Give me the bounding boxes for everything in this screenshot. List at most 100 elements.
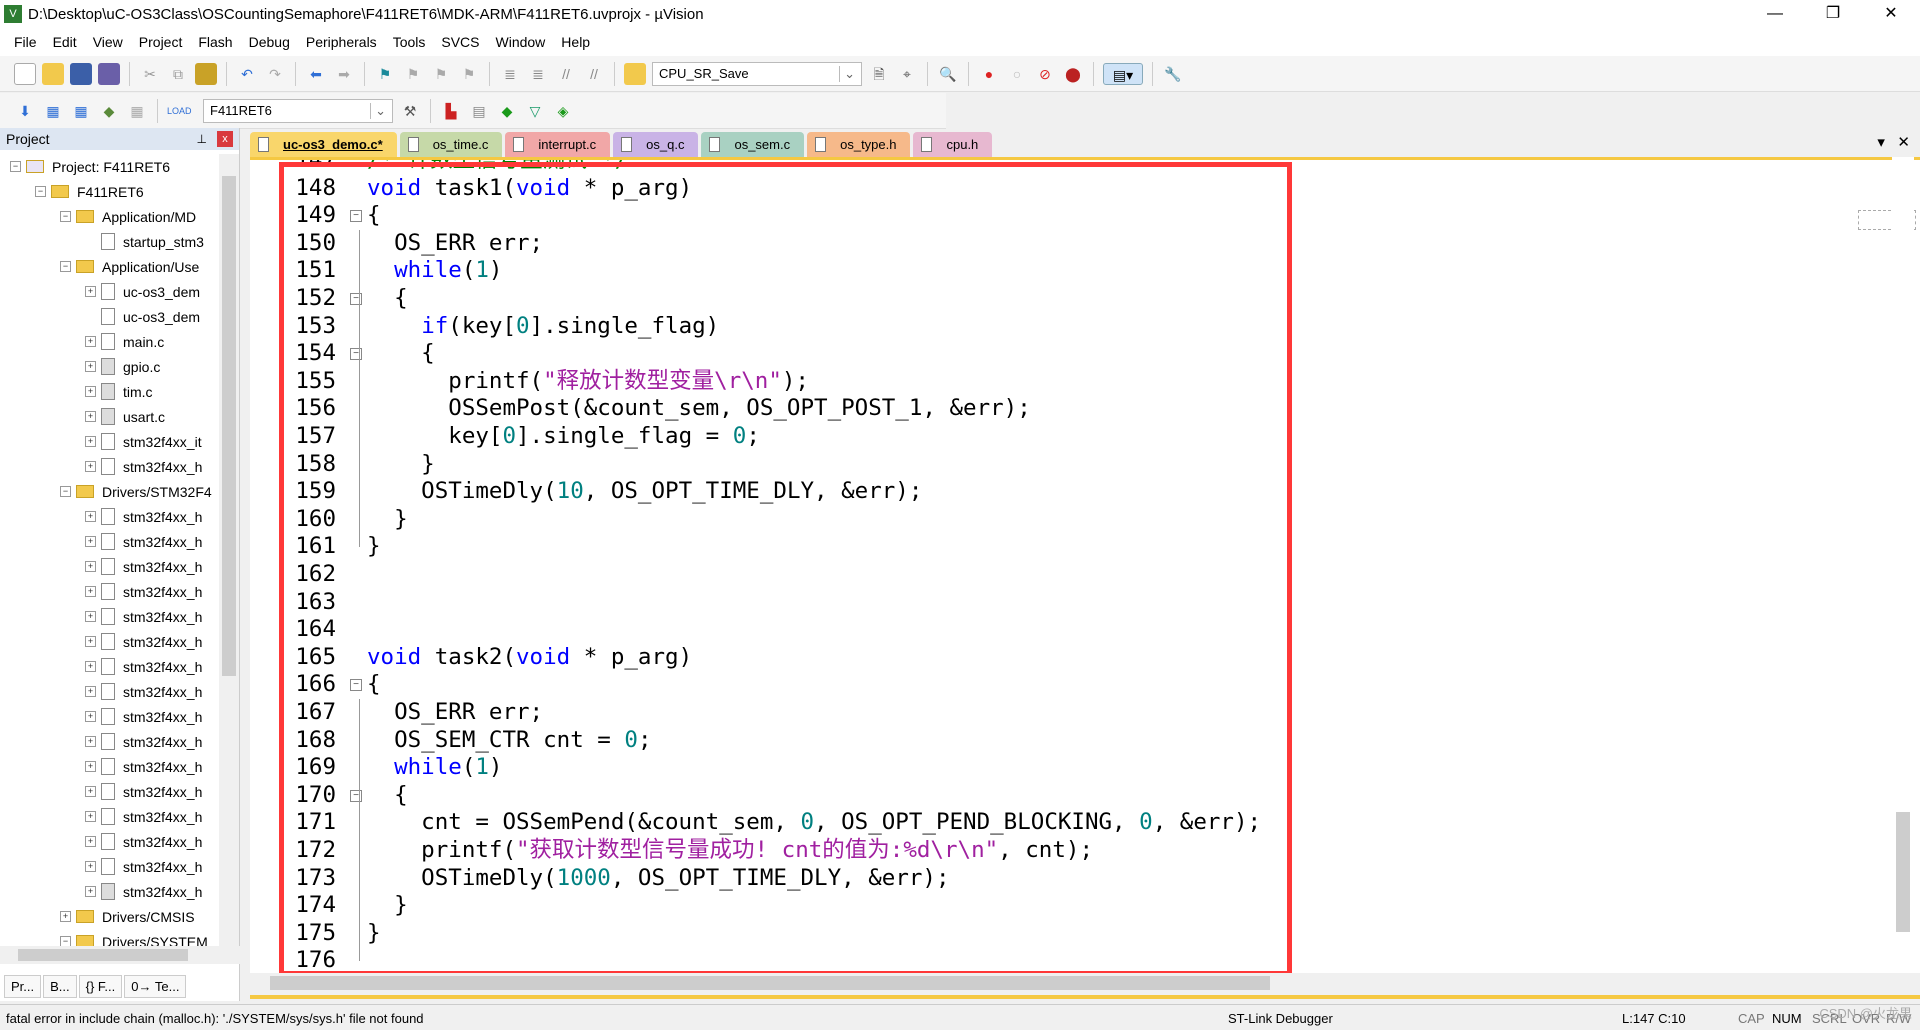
tree-node[interactable]: − Project: F411RET6 (0, 154, 218, 179)
minimize-button[interactable]: — (1746, 0, 1804, 28)
undo-icon[interactable]: ↶ (236, 63, 258, 85)
cut-icon[interactable]: ✂ (139, 63, 161, 85)
expand-toggle-icon[interactable]: + (85, 361, 96, 372)
editor-tab[interactable]: interrupt.c (505, 132, 611, 157)
tree-node[interactable]: + stm32f4xx_it (0, 429, 218, 454)
fold-toggle-icon[interactable]: − (350, 210, 362, 223)
editor-vertical-scrollbar[interactable] (1892, 157, 1914, 973)
menu-peripherals[interactable]: Peripherals (298, 34, 385, 50)
save-icon[interactable] (70, 62, 92, 85)
expand-toggle-icon[interactable]: + (85, 711, 96, 722)
tree-node[interactable]: startup_stm3 (0, 229, 218, 254)
expand-toggle-icon[interactable]: − (60, 261, 71, 272)
project-bottom-tab[interactable]: Pr... (4, 974, 42, 998)
new-file-icon[interactable] (14, 62, 36, 85)
manage-run-time-environment-icon[interactable]: ◆ (496, 100, 518, 122)
menu-window[interactable]: Window (488, 34, 554, 50)
expand-toggle-icon[interactable]: + (85, 586, 96, 597)
window-layout-icon[interactable]: ▤▾ (1103, 62, 1143, 85)
breakpoint-icon[interactable]: ● (978, 63, 1000, 85)
expand-toggle-icon[interactable]: + (85, 511, 96, 522)
expand-toggle-icon[interactable]: + (85, 336, 96, 347)
expand-toggle-icon[interactable]: + (85, 836, 96, 847)
tree-node[interactable]: + tim.c (0, 379, 218, 404)
tree-node[interactable]: − Drivers/STM32F4 (0, 479, 218, 504)
expand-toggle-icon[interactable]: + (85, 861, 96, 872)
tab-list-chevron-icon[interactable]: ▾ (1877, 134, 1885, 151)
find-combo[interactable]: CPU_SR_Save ⌄ (652, 61, 862, 86)
expand-toggle-icon[interactable]: − (60, 211, 71, 222)
expand-toggle-icon[interactable]: + (85, 886, 96, 897)
expand-toggle-icon[interactable]: + (85, 761, 96, 772)
find-icon[interactable]: 🗎 (868, 63, 890, 85)
find-in-files-icon[interactable] (624, 62, 646, 85)
menu-project[interactable]: Project (131, 34, 191, 50)
expand-toggle-icon[interactable]: + (85, 736, 96, 747)
tree-node[interactable]: + stm32f4xx_h (0, 829, 218, 854)
target-options-icon[interactable]: ⚒ (399, 100, 421, 122)
build-icon[interactable]: ▦ (42, 100, 64, 122)
disable-breakpoint-icon[interactable]: ○ (1006, 63, 1028, 85)
tree-node[interactable]: + stm32f4xx_h (0, 454, 218, 479)
expand-toggle-icon[interactable]: + (60, 911, 71, 922)
expand-toggle-icon[interactable]: + (85, 461, 96, 472)
project-bottom-tab[interactable]: {} F... (78, 974, 123, 998)
unindent-icon[interactable]: ≣ (527, 63, 549, 85)
tree-node[interactable]: + stm32f4xx_h (0, 579, 218, 604)
tree-node[interactable]: + stm32f4xx_h (0, 729, 218, 754)
expand-toggle-icon[interactable]: + (85, 786, 96, 797)
clear-bookmarks-icon[interactable]: ⚑ (458, 63, 480, 85)
pin-icon[interactable]: ⊥ (197, 132, 207, 146)
chevron-down-icon[interactable]: ⌄ (839, 65, 855, 82)
select-packs-icon[interactable]: ▽ (524, 100, 546, 122)
expand-toggle-icon[interactable]: + (85, 536, 96, 547)
uncomment-icon[interactable]: // (583, 63, 605, 85)
close-tab-icon[interactable]: ✕ (1897, 134, 1910, 151)
restore-button[interactable]: ❐ (1804, 0, 1862, 28)
editor-horizontal-scrollbar[interactable] (250, 973, 1892, 993)
fold-toggle-icon[interactable]: − (350, 789, 362, 802)
manage-multi-project-icon[interactable]: ▤ (468, 100, 490, 122)
tree-node[interactable]: + stm32f4xx_h (0, 679, 218, 704)
tree-node[interactable]: + main.c (0, 329, 218, 354)
tree-node[interactable]: + stm32f4xx_h (0, 779, 218, 804)
project-horizontal-scrollbar[interactable] (0, 946, 240, 964)
tree-node[interactable]: + stm32f4xx_h (0, 604, 218, 629)
menu-tools[interactable]: Tools (385, 34, 434, 50)
expand-toggle-icon[interactable]: + (85, 686, 96, 697)
tree-node[interactable]: + stm32f4xx_h (0, 879, 218, 904)
nav-back-icon[interactable]: ⬅ (305, 63, 327, 85)
editor-tab[interactable]: os_type.h (807, 132, 911, 157)
tree-node[interactable]: + gpio.c (0, 354, 218, 379)
expand-toggle-icon[interactable]: + (85, 561, 96, 572)
fold-toggle-icon[interactable]: − (350, 293, 362, 305)
expand-toggle-icon[interactable]: + (85, 811, 96, 822)
menu-edit[interactable]: Edit (45, 34, 85, 50)
fold-toggle-icon[interactable]: − (350, 348, 362, 361)
expand-toggle-icon[interactable]: + (85, 286, 96, 297)
open-file-icon[interactable] (42, 62, 64, 85)
kill-breakpoints-icon[interactable]: ⬤ (1062, 63, 1084, 85)
project-vertical-scrollbar[interactable] (219, 154, 239, 954)
editor-tab[interactable]: os_sem.c (701, 132, 805, 157)
tree-node[interactable]: + stm32f4xx_h (0, 629, 218, 654)
tree-node[interactable]: + stm32f4xx_h (0, 529, 218, 554)
target-select[interactable]: F411RET6 ⌄ (203, 98, 393, 123)
nav-forward-icon[interactable]: ➡ (333, 63, 355, 85)
expand-toggle-icon[interactable]: + (85, 386, 96, 397)
tree-node[interactable]: + stm32f4xx_h (0, 654, 218, 679)
manage-project-items-icon[interactable]: ▙ (440, 100, 462, 122)
menu-flash[interactable]: Flash (190, 34, 240, 50)
indent-icon[interactable]: ≣ (499, 63, 521, 85)
stop-build-icon[interactable]: ▦ (126, 100, 148, 122)
editor-tab[interactable]: os_q.c (613, 132, 699, 157)
chevron-down-icon[interactable]: ⌄ (370, 102, 386, 119)
editor-tab[interactable]: uc-os3_demo.c* (250, 132, 397, 157)
close-panel-icon[interactable]: x (217, 131, 233, 147)
project-bottom-tab[interactable]: B... (43, 974, 77, 998)
tree-node[interactable]: − Application/Use (0, 254, 218, 279)
tree-node[interactable]: − F411RET6 (0, 179, 218, 204)
download-load-icon[interactable]: LOAD (167, 100, 192, 122)
menu-debug[interactable]: Debug (241, 34, 298, 50)
copy-icon[interactable]: ⧉ (167, 63, 189, 85)
